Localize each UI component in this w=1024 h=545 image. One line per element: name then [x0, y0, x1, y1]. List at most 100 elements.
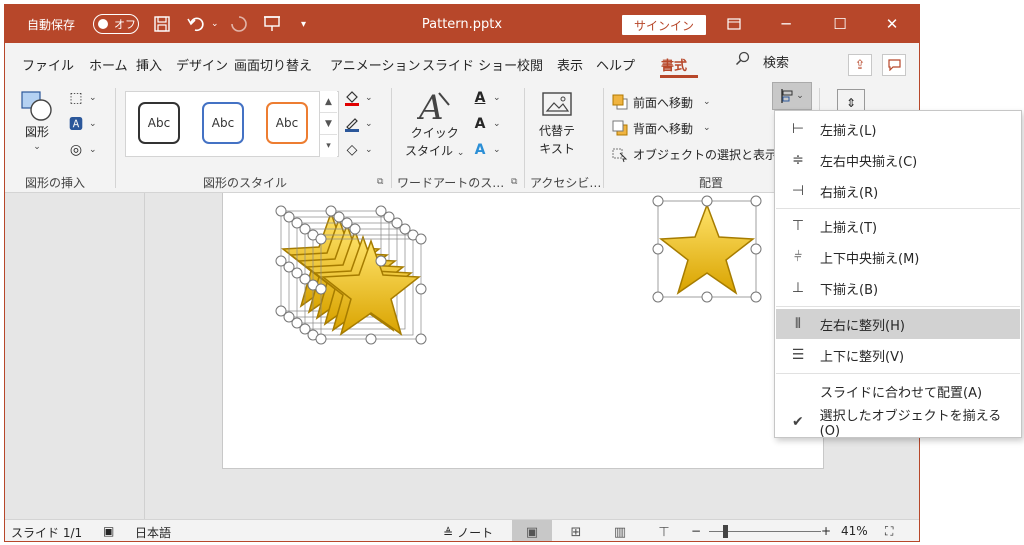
slideshow-view-icon[interactable]: ⊤ [644, 520, 684, 541]
redo-icon[interactable] [229, 5, 249, 43]
menu-align-center[interactable]: ≑ 左右中央揃え(C) [776, 145, 1020, 175]
quick-styles-button[interactable]: A クイック スタイル ⌄ [405, 89, 464, 159]
tab-review[interactable]: 校閲 [517, 55, 543, 74]
reading-view-icon[interactable]: ▥ [600, 520, 640, 541]
bring-forward-button[interactable]: 前面へ移動 ⌄ [611, 93, 711, 111]
menu-align-to-slide[interactable]: スライドに合わせて配置(A) [776, 376, 1020, 406]
stacked-star-shapes[interactable] [275, 205, 427, 345]
gallery-scroll[interactable]: ▲ ▼ ▾ [319, 91, 337, 157]
tab-transitions[interactable]: 画面切り替え [234, 55, 312, 74]
alt-text-label-2: キスト [539, 142, 575, 156]
gallery-more-icon[interactable]: ▾ [320, 135, 337, 157]
send-backward-button[interactable]: 背面へ移動 ⌄ [611, 119, 711, 137]
text-effects-button[interactable]: A ⌄ [471, 141, 501, 159]
chevron-down-icon: ⌄ [33, 142, 41, 152]
tab-file[interactable]: ファイル [22, 55, 74, 74]
zoom-slider-thumb[interactable] [723, 525, 728, 538]
menu-separator [776, 208, 1020, 209]
close-icon[interactable]: ✕ [869, 5, 915, 43]
style-option-blue[interactable]: Abc [202, 102, 244, 144]
shape-effects-button[interactable]: ◇ ⌄ [343, 141, 373, 159]
shape-outline-button[interactable]: ⌄ [343, 115, 373, 133]
fit-to-window-icon[interactable]: ⛶ [885, 524, 893, 539]
send-backward-icon [611, 119, 629, 137]
menu-align-bottom[interactable]: ⊥ 下揃え(B) [776, 273, 1020, 303]
text-fill-button[interactable]: A ⌄ [471, 89, 501, 107]
single-star-shape[interactable] [652, 195, 762, 303]
dialog-launcher-icon[interactable]: ⧉ [511, 177, 517, 187]
autosave-label: 自動保存 [27, 17, 76, 32]
style-option-dark[interactable]: Abc [138, 102, 180, 144]
edit-shape-button[interactable]: ⬚ ⌄ [67, 89, 96, 107]
minimize-icon[interactable]: ─ [763, 5, 809, 43]
menu-align-selected-objects[interactable]: ✔ 選択したオブジェクトを揃える(O) [776, 407, 1020, 439]
selection-pane-icon [611, 145, 629, 163]
language-indicator[interactable]: 日本語 [135, 524, 171, 541]
align-right-icon: ⊣ [791, 183, 805, 199]
gallery-down-icon[interactable]: ▼ [320, 113, 337, 135]
zoom-in-icon[interactable]: + [821, 524, 831, 538]
tab-animations[interactable]: アニメーション [330, 55, 420, 74]
style-option-orange[interactable]: Abc [266, 102, 308, 144]
slide-thumbnail-pane[interactable] [5, 193, 145, 519]
shapes-label: 図形 [24, 125, 49, 139]
tab-insert[interactable]: 挿入 [136, 55, 162, 74]
menu-align-left[interactable]: ⊢ 左揃え(L) [776, 114, 1020, 144]
selection-pane-button[interactable]: オブジェクトの選択と表示 [611, 145, 777, 163]
alt-text-button[interactable]: 代替テ キスト [539, 91, 575, 157]
menu-align-middle[interactable]: ⫩ 上下中央揃え(M) [776, 242, 1020, 272]
save-icon[interactable] [153, 5, 171, 43]
shapes-icon [21, 91, 52, 121]
zoom-out-icon[interactable]: − [691, 524, 701, 538]
merge-shapes-button[interactable]: ◎ ⌄ [67, 141, 97, 159]
ribbon-display-options-icon[interactable] [711, 5, 757, 43]
accessibility-check-icon[interactable]: ▣ [103, 524, 114, 538]
undo-icon[interactable] [187, 5, 207, 43]
tab-format[interactable]: 書式 [661, 55, 687, 74]
undo-dropdown-icon[interactable]: ⌄ [211, 5, 219, 43]
alt-text-label-1: 代替テ [539, 124, 576, 138]
slide-sorter-view-icon[interactable]: ⊞ [556, 520, 596, 541]
menu-align-right[interactable]: ⊣ 右揃え(R) [776, 176, 1020, 206]
text-effects-icon: A [474, 142, 486, 158]
group-separator [115, 88, 116, 188]
distribute-vertical-icon: ☰ [791, 347, 805, 363]
text-outline-button[interactable]: A ⌄ [471, 115, 501, 133]
menu-distribute-vertically[interactable]: ☰ 上下に整列(V) [776, 340, 1020, 370]
align-button[interactable]: ⌄ [772, 82, 812, 110]
tab-home[interactable]: ホーム [89, 55, 128, 74]
bring-forward-icon [611, 93, 629, 111]
tab-help[interactable]: ヘルプ [596, 55, 635, 74]
search-box[interactable]: 検索 [735, 51, 789, 71]
shapes-button[interactable]: 図形 ⌄ [21, 91, 53, 152]
shape-fill-button[interactable]: ⌄ [343, 89, 373, 107]
active-tab-indicator [660, 75, 698, 78]
tab-view[interactable]: 表示 [557, 55, 583, 74]
text-box-button[interactable]: 🅰 ⌄ [67, 115, 97, 133]
autosave-toggle[interactable]: オフ [93, 14, 139, 34]
height-icon: ⇕ [845, 96, 857, 110]
menu-distribute-horizontally[interactable]: ⫴ 左右に整列(H) [776, 309, 1020, 339]
zoom-level[interactable]: 41% [841, 524, 868, 538]
align-top-icon: ⊤ [791, 218, 805, 234]
text-box-icon: 🅰 [69, 117, 83, 133]
search-label: 検索 [763, 55, 790, 71]
share-icon[interactable]: ⇪ [848, 54, 872, 76]
slide-canvas[interactable] [222, 193, 824, 469]
notes-button[interactable]: ≜ ノート [443, 524, 493, 541]
text-outline-icon: A [474, 116, 486, 132]
menu-separator [776, 306, 1020, 307]
tab-design[interactable]: デザイン [176, 55, 228, 74]
present-from-start-icon[interactable] [263, 5, 281, 43]
group-insert-shapes-label: 図形の挿入 [25, 176, 86, 190]
autosave-state: オフ [114, 18, 136, 31]
gallery-up-icon[interactable]: ▲ [320, 91, 337, 113]
customize-qat-icon[interactable]: ▾ [301, 5, 306, 43]
normal-view-icon[interactable]: ▣ [512, 520, 552, 541]
menu-align-top[interactable]: ⊤ 上揃え(T) [776, 211, 1020, 241]
comments-icon[interactable] [882, 54, 906, 76]
dialog-launcher-icon[interactable]: ⧉ [377, 177, 383, 187]
maximize-icon[interactable]: ☐ [817, 5, 863, 43]
tab-slideshow[interactable]: スライド ショー [422, 55, 517, 74]
signin-button[interactable]: サインイン [622, 15, 707, 35]
